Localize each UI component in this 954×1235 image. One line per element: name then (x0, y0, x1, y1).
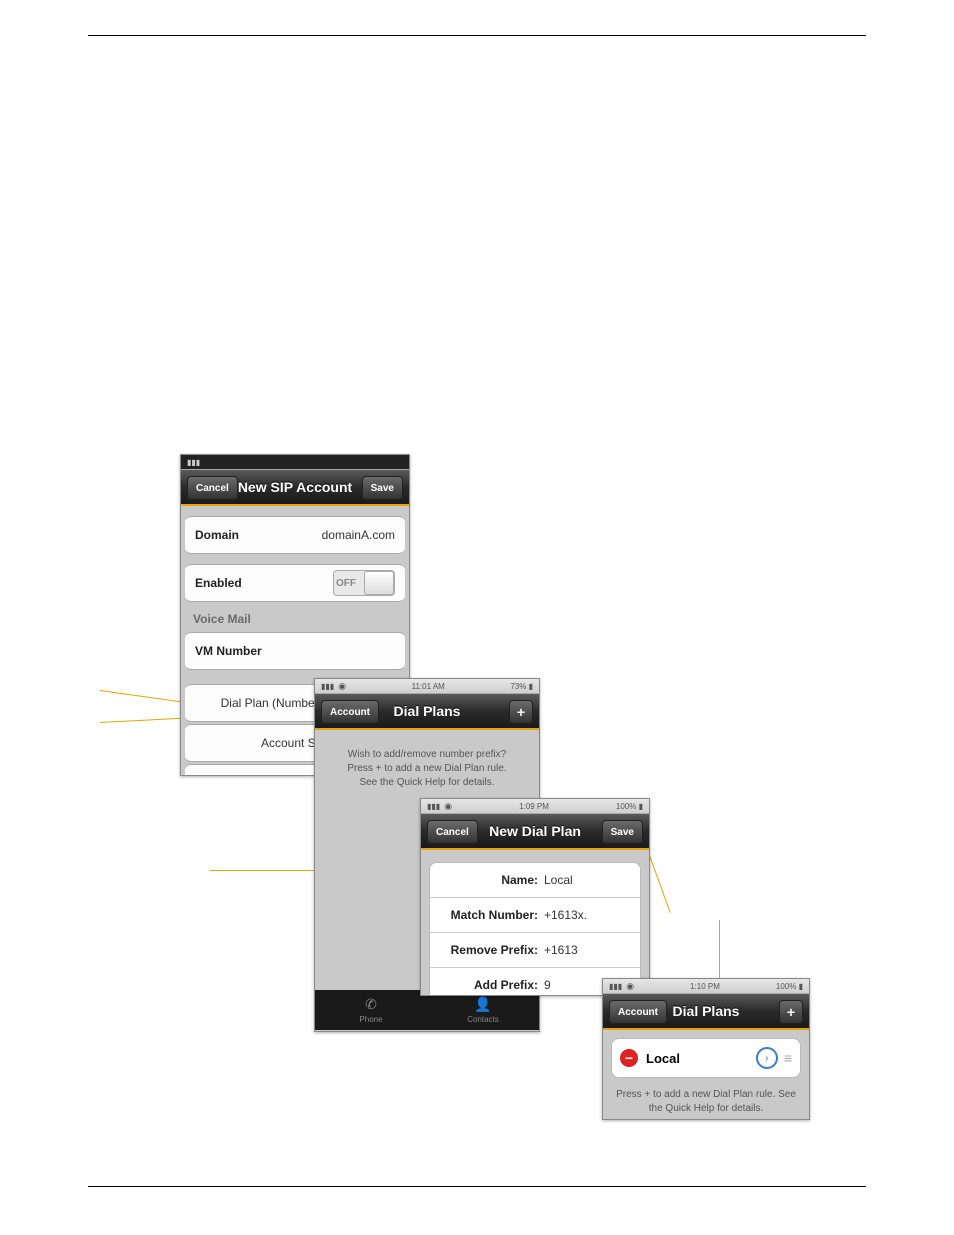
vm-number-row[interactable]: VM Number (185, 632, 405, 670)
battery-icon: 73% ▮ (510, 682, 533, 691)
nav-bar: Account Dial Plans + (315, 694, 539, 730)
back-account-button[interactable]: Account (609, 1000, 667, 1024)
remove-prefix-label: Remove Prefix: (442, 943, 538, 957)
nav-bar: Cancel New SIP Account Save (181, 470, 409, 506)
match-number-value: +1613x. (544, 908, 587, 922)
footer-divider (88, 1186, 866, 1187)
status-bar: ▮▮▮ ◉ 1:09 PM 100% ▮ (421, 799, 649, 814)
header-divider (88, 35, 866, 36)
nav-title: Dial Plans (394, 703, 461, 719)
screen-dial-plans-list: ▮▮▮ ◉ 1:10 PM 100% ▮ Account Dial Plans … (602, 978, 810, 1120)
remove-prefix-value: +1613 (544, 943, 578, 957)
save-button[interactable]: Save (362, 476, 403, 500)
signal-icon: ▮▮▮ (321, 682, 334, 691)
status-bar: ▮▮▮ ◉ 1:10 PM 100% ▮ (603, 979, 809, 994)
status-time: 1:10 PM (690, 982, 720, 991)
screen-new-dial-plan: ▮▮▮ ◉ 1:09 PM 100% ▮ Cancel New Dial Pla… (420, 798, 650, 996)
wifi-icon: ◉ (338, 681, 346, 692)
remove-prefix-row[interactable]: Remove Prefix: +1613 (430, 933, 640, 968)
wifi-icon: ◉ (444, 801, 452, 812)
tab-bar: ✆ Phone 👤 Contacts (315, 990, 539, 1030)
domain-value: domainA.com (322, 528, 395, 542)
cancel-button[interactable]: Cancel (187, 476, 238, 500)
delete-icon[interactable]: − (620, 1049, 638, 1067)
name-value: Local (544, 873, 573, 887)
enabled-row[interactable]: Enabled OFF (185, 564, 405, 602)
hint-text: Press + to add a new Dial Plan rule. See… (603, 1086, 809, 1118)
signal-icon: ▮▮▮ (609, 982, 622, 991)
nav-bar: Cancel New Dial Plan Save (421, 814, 649, 850)
nav-title: New SIP Account (238, 479, 352, 495)
name-row[interactable]: Name: Local (430, 863, 640, 898)
phone-icon: ✆ (365, 996, 377, 1013)
domain-row[interactable]: Domain domainA.com (185, 516, 405, 554)
contacts-icon: 👤 (474, 996, 491, 1013)
status-time: 1:09 PM (519, 802, 549, 811)
toggle-state: OFF (336, 578, 362, 589)
nav-title: New Dial Plan (489, 823, 581, 839)
tab-phone[interactable]: ✆ Phone (315, 990, 427, 1030)
name-label: Name: (442, 873, 538, 887)
wifi-icon: ◉ (626, 981, 634, 992)
add-button[interactable]: + (779, 1000, 803, 1024)
reorder-icon[interactable]: ≡ (784, 1050, 792, 1066)
tab-contacts-label: Contacts (467, 1015, 499, 1024)
enabled-label: Enabled (195, 576, 242, 590)
nav-bar: Account Dial Plans + (603, 994, 809, 1030)
nav-title: Dial Plans (673, 1003, 740, 1019)
disclosure-icon[interactable]: › (756, 1047, 778, 1069)
voicemail-section-title: Voice Mail (181, 604, 409, 630)
signal-icon: ▮▮▮ (427, 802, 440, 811)
tab-contacts[interactable]: 👤 Contacts (427, 990, 539, 1030)
battery-icon: 100% ▮ (616, 802, 643, 811)
status-bar: ▮▮▮ (181, 455, 409, 470)
vm-number-label: VM Number (195, 644, 262, 658)
tab-phone-label: Phone (359, 1015, 382, 1024)
add-button[interactable]: + (509, 700, 533, 724)
match-number-row[interactable]: Match Number: +1613x. (430, 898, 640, 933)
dial-plan-list-item[interactable]: − Local › ≡ (611, 1038, 801, 1078)
cancel-button[interactable]: Cancel (427, 820, 478, 844)
add-prefix-value: 9 (544, 978, 551, 992)
dial-plan-form: Name: Local Match Number: +1613x. Remove… (429, 862, 641, 996)
back-account-button[interactable]: Account (321, 700, 379, 724)
toggle-knob (364, 571, 394, 595)
dial-plan-item-label: Local (646, 1051, 680, 1066)
match-number-label: Match Number: (442, 908, 538, 922)
domain-label: Domain (195, 528, 239, 542)
status-time: 11:01 AM (412, 682, 445, 691)
battery-icon: 100% ▮ (776, 982, 803, 991)
save-button[interactable]: Save (602, 820, 643, 844)
signal-icon: ▮▮▮ (187, 458, 200, 467)
status-bar: ▮▮▮ ◉ 11:01 AM 73% ▮ (315, 679, 539, 694)
hint-text: Wish to add/remove number prefix? Press … (315, 730, 539, 808)
add-prefix-label: Add Prefix: (442, 978, 538, 992)
enabled-toggle[interactable]: OFF (333, 570, 395, 596)
